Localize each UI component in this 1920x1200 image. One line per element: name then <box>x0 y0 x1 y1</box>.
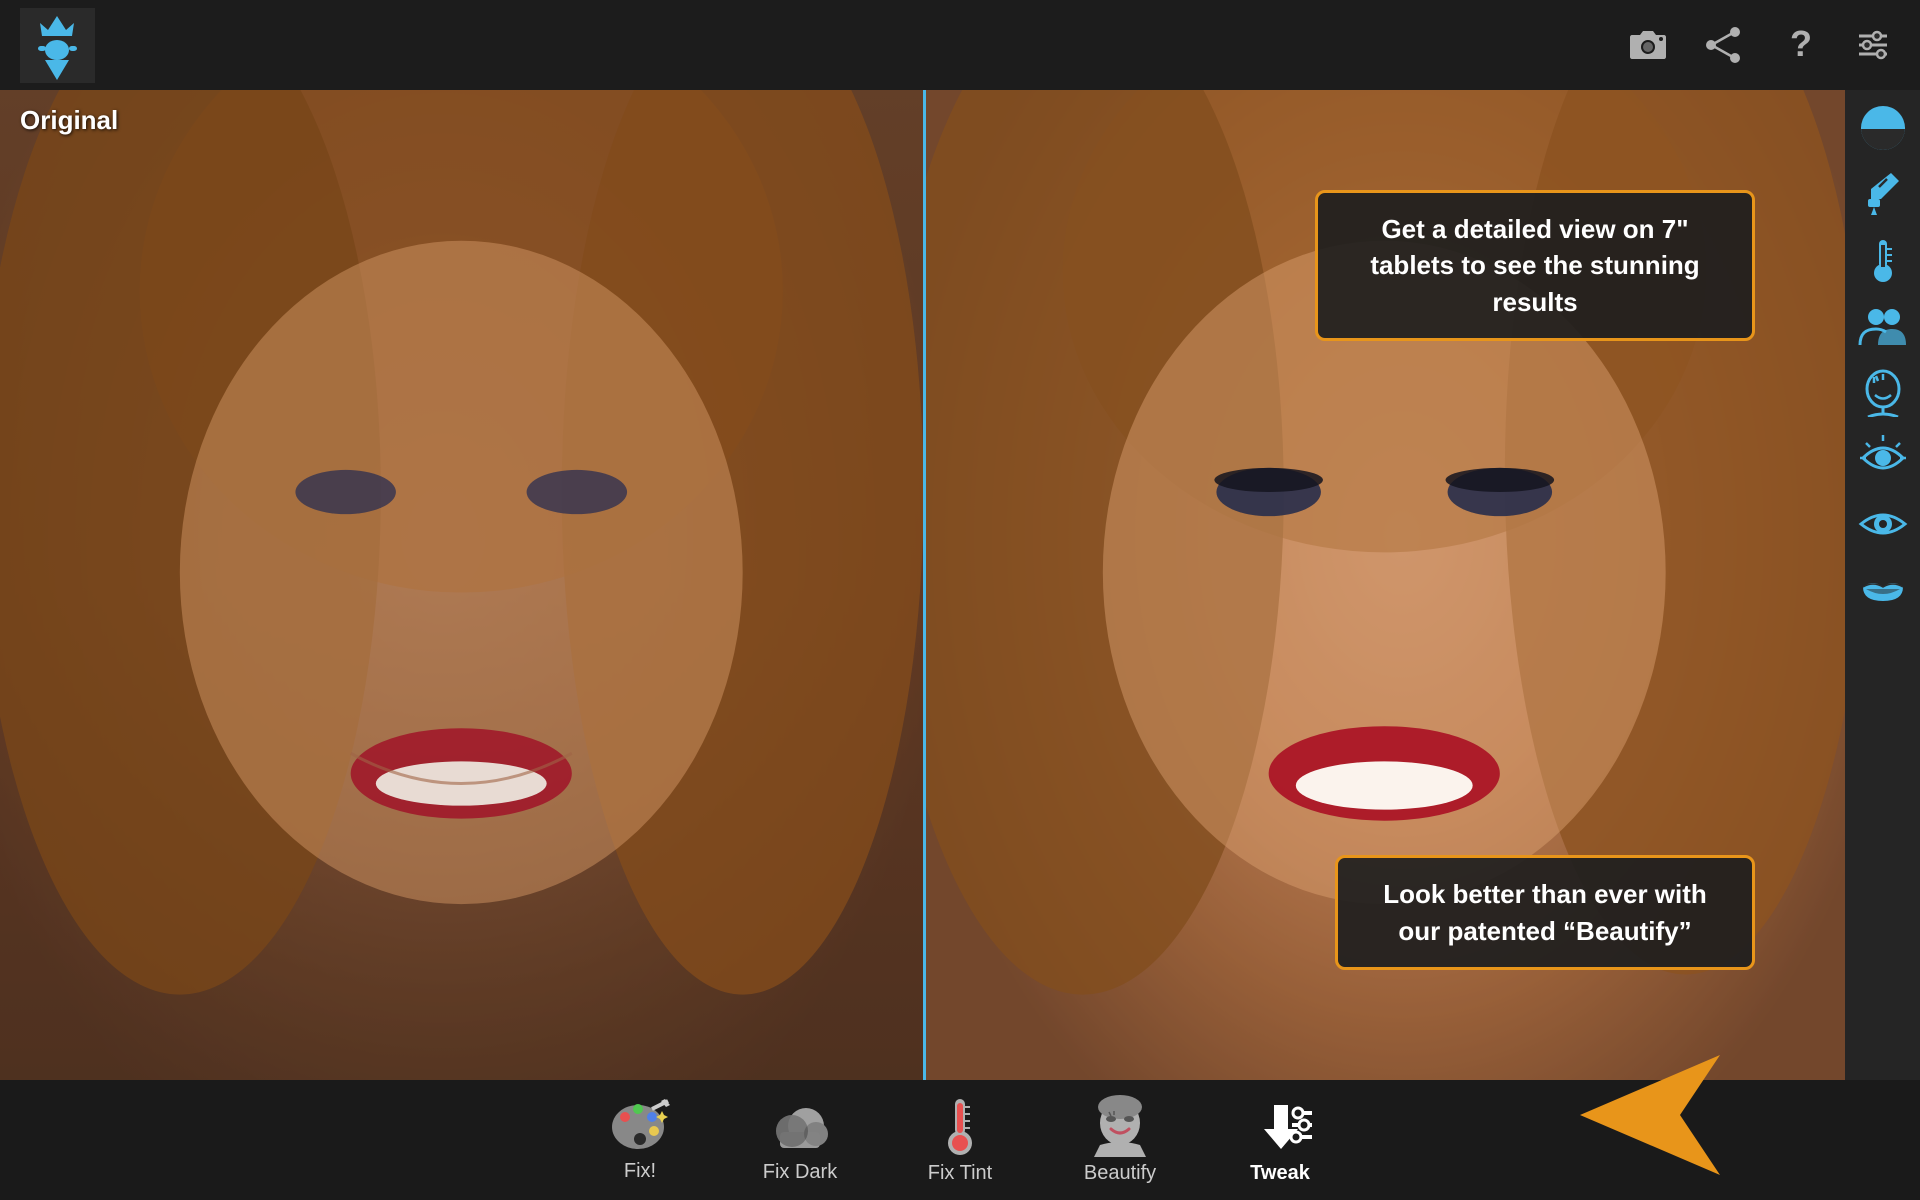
beautify-label: Beautify <box>1084 1162 1156 1185</box>
fix-tint-label: Fix Tint <box>928 1162 992 1185</box>
tweak-label: Tweak <box>1250 1162 1310 1185</box>
fix-dark-tool[interactable]: Fix Dark <box>720 1085 880 1195</box>
eye-enhanced-icon[interactable] <box>1853 428 1913 488</box>
tooltip-tablets: Get a detailed view on 7" tablets to see… <box>1315 190 1755 341</box>
fix-dark-label: Fix Dark <box>763 1161 837 1184</box>
settings-button[interactable] <box>1845 18 1900 73</box>
face-icon[interactable] <box>1853 362 1913 422</box>
compare-icon[interactable] <box>1853 98 1913 158</box>
beautify-tool[interactable]: Beautify <box>1040 1085 1200 1195</box>
eye-icon[interactable] <box>1853 494 1913 554</box>
fix-tint-tool[interactable]: Fix Tint <box>880 1085 1040 1195</box>
dropper-icon[interactable] <box>1853 164 1913 224</box>
photo-original <box>0 90 923 1080</box>
fix-tint-icon <box>939 1095 981 1157</box>
right-sidebar <box>1845 90 1920 1080</box>
main-photo-area: Original Get a detailed view on 7" table… <box>0 90 1845 1080</box>
svg-text:?: ? <box>1790 26 1812 64</box>
temperature-icon[interactable] <box>1853 230 1913 290</box>
tweak-icon <box>1246 1095 1314 1157</box>
camera-button[interactable] <box>1620 18 1675 73</box>
arrow-indicator <box>1520 1055 1720 1175</box>
share-button[interactable] <box>1695 18 1750 73</box>
photo-divider <box>923 90 926 1080</box>
help-button[interactable]: ? <box>1770 18 1825 73</box>
group-icon[interactable] <box>1853 296 1913 356</box>
tweak-tool[interactable]: Tweak <box>1200 1085 1360 1195</box>
beautify-icon <box>1094 1095 1146 1157</box>
fix-dark-icon <box>770 1096 830 1156</box>
app-logo-icon <box>20 8 95 83</box>
top-bar: ? <box>0 0 1920 90</box>
tooltip-beautify: Look better than ever with our patented … <box>1335 855 1755 970</box>
original-label: Original <box>20 105 118 136</box>
fix-icon <box>610 1097 670 1155</box>
fix-label: Fix! <box>624 1160 656 1183</box>
fix-tool[interactable]: Fix! <box>560 1085 720 1195</box>
lips-icon[interactable] <box>1853 560 1913 620</box>
